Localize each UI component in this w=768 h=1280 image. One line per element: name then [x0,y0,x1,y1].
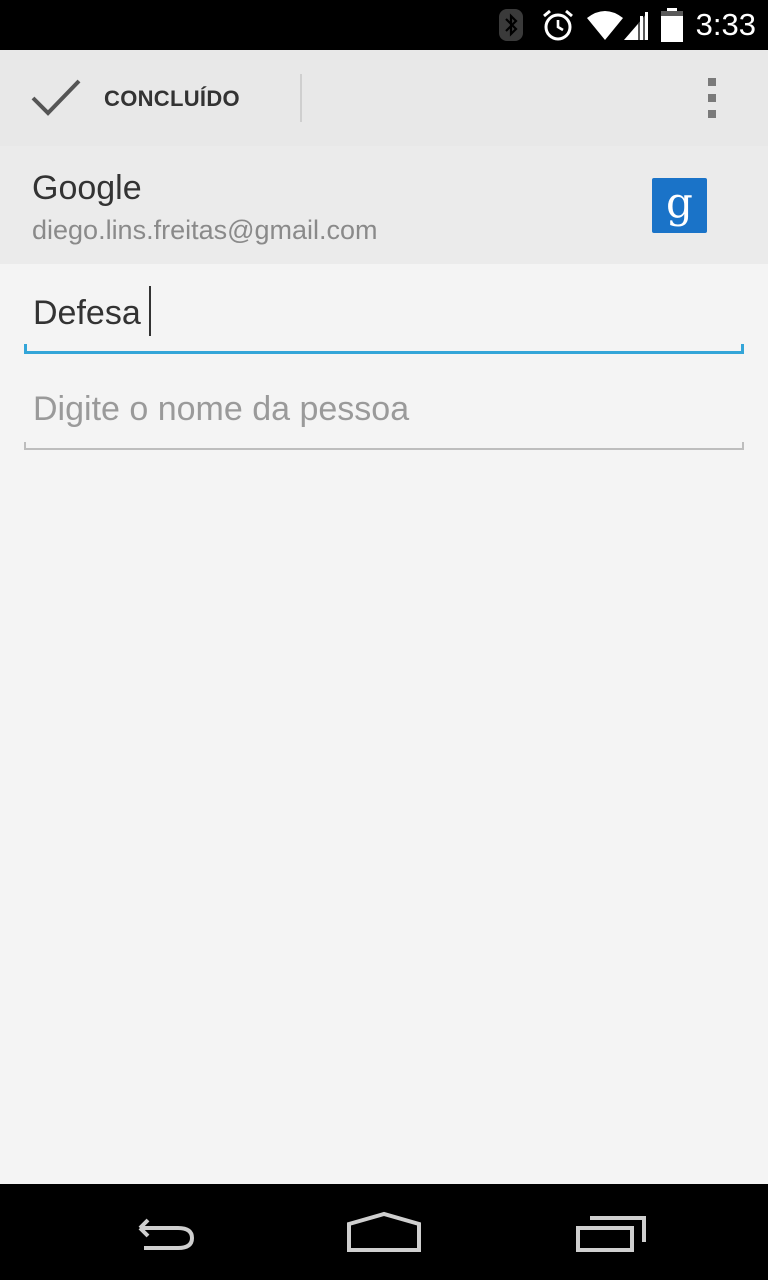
overflow-dot [708,94,716,102]
account-header: Google diego.lins.freitas@gmail.com g [0,146,768,264]
done-label: CONCLUÍDO [104,86,240,111]
group-name-value: Defesa [33,294,141,332]
group-name-underline [24,344,744,354]
wifi-icon [587,11,623,40]
action-bar: CONCLUÍDO [0,50,768,146]
account-type: Google [32,169,142,207]
person-name-field[interactable]: Digite o nome da pessoa [24,376,744,450]
alarm-icon [543,9,573,41]
done-button[interactable]: CONCLUÍDO [0,50,300,146]
home-icon [347,1211,421,1252]
overflow-dot [708,110,716,118]
recents-button[interactable] [560,1202,660,1262]
navigation-bar [0,1184,768,1280]
account-email: diego.lins.freitas@gmail.com [32,215,378,245]
text-cursor [148,286,151,337]
google-icon: g [652,178,707,233]
group-name-field[interactable]: Defesa [24,278,744,354]
recents-icon [576,1216,646,1252]
person-name-placeholder: Digite o nome da pessoa [33,390,410,428]
group-name-value-wrap: Defesa [33,286,151,337]
action-bar-divider [300,74,302,122]
back-button[interactable] [110,1202,210,1262]
check-icon [31,79,81,116]
back-icon [138,1218,195,1250]
home-button[interactable] [334,1202,434,1262]
status-bar: 3:33 [0,0,768,50]
bluetooth-icon [499,9,523,41]
overflow-menu-button[interactable] [690,70,734,126]
overflow-dot [708,78,716,86]
person-name-underline [24,442,744,450]
battery-icon [661,8,683,42]
google-icon-glyph: g [666,178,693,227]
signal-icon [624,12,648,40]
status-time: 3:33 [695,7,756,42]
